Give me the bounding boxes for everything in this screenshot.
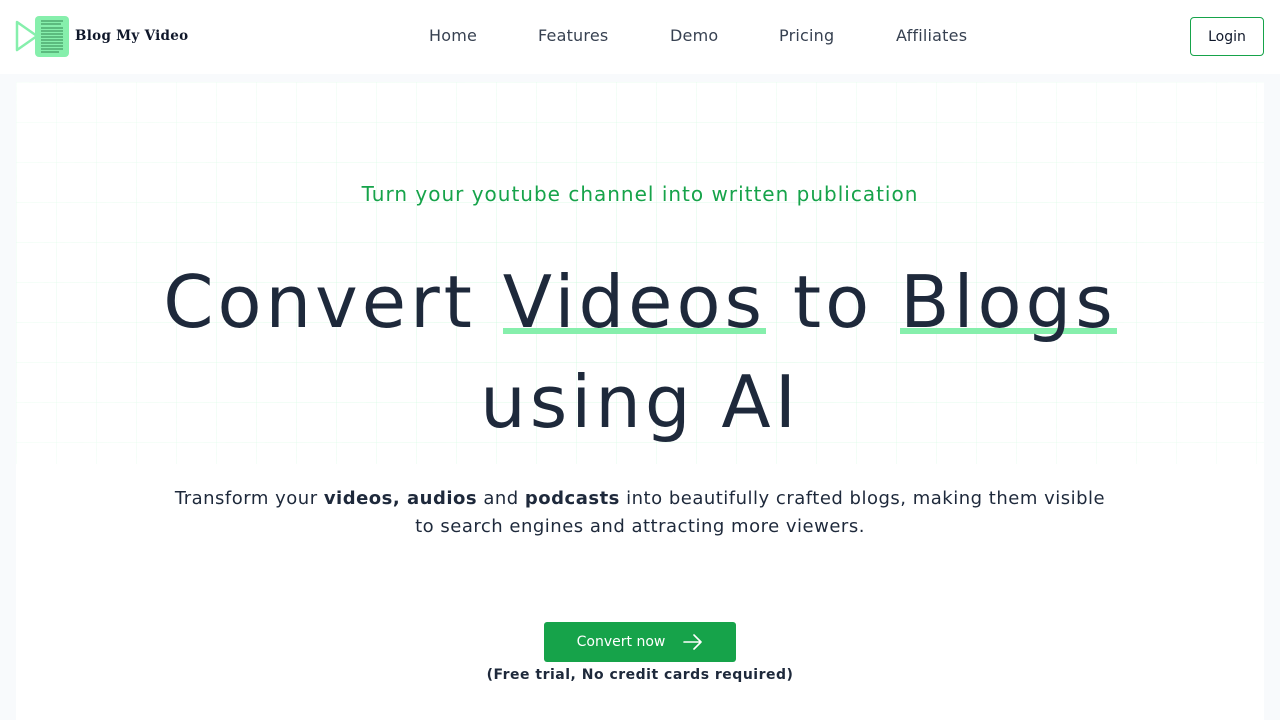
nav-pricing[interactable]: Pricing [779,26,834,45]
hero-headline: Convert Videos to Blogs using AI [16,252,1264,452]
site-header: Blog My Video Home Features Demo Pricing… [0,0,1280,74]
nav-demo[interactable]: Demo [670,26,718,45]
free-trial-note: (Free trial, No credit cards required) [486,667,794,683]
nav-affiliates[interactable]: Affiliates [896,26,967,45]
login-button[interactable]: Login [1190,17,1264,56]
convert-now-label: Convert now [576,634,666,650]
headline-part1: Convert [163,260,503,344]
desc-bold-videos-audios: videos, audios [323,488,478,509]
arrow-right-icon [683,634,703,650]
nav-features[interactable]: Features [538,26,608,45]
headline-highlight-blogs: Blogs [900,260,1117,344]
headline-part3: using AI [480,360,800,444]
convert-now-button[interactable]: Convert now [544,622,736,662]
headline-part2: to [766,260,901,344]
hero-tagline: Turn your youtube channel into written p… [361,182,919,206]
hero-description: Transform your videos, audios and podcas… [174,488,1106,537]
main-nav: Home Features Demo Pricing Affiliates [0,26,1280,48]
desc-bold-podcasts: podcasts [524,488,620,509]
hero-section: Turn your youtube channel into written p… [16,82,1264,720]
headline-highlight-videos: Videos [502,260,767,344]
nav-home[interactable]: Home [429,26,477,45]
